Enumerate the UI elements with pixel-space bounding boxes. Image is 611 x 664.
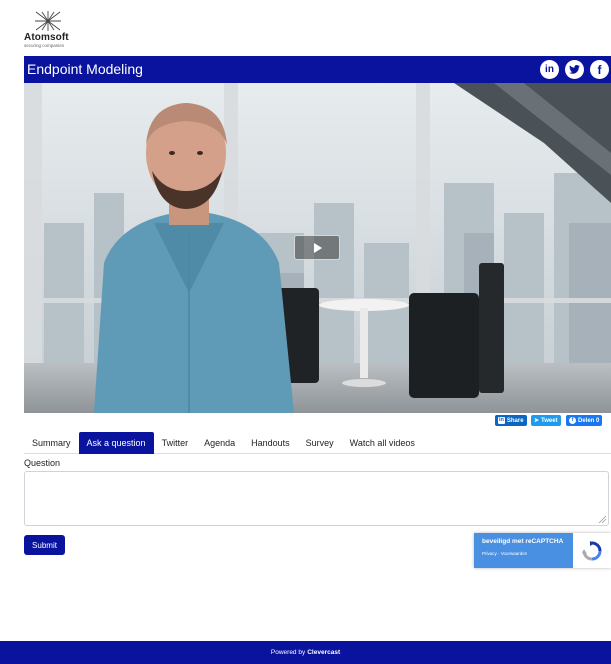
recaptcha-links[interactable]: Privacy · Voorwaarden <box>482 551 573 556</box>
twitter-tweet[interactable]: ➤ Tweet <box>531 415 561 426</box>
footer-prefix: Powered by <box>270 649 306 656</box>
recaptcha-logo <box>573 533 611 568</box>
play-button[interactable] <box>294 235 340 260</box>
footer-brand-link[interactable]: Clevercast <box>307 649 340 656</box>
recaptcha-title: beveiligd met reCAPTCHA <box>482 538 564 545</box>
atom-logo-icon <box>35 11 61 31</box>
tab-twitter[interactable]: Twitter <box>154 432 197 454</box>
twitter-icon: ➤ <box>534 418 540 424</box>
recaptcha-icon <box>582 540 602 560</box>
twitter-bird-icon <box>569 65 580 74</box>
video-player[interactable] <box>24 83 611 413</box>
tab-survey[interactable]: Survey <box>298 432 342 454</box>
footer: Powered by Clevercast <box>0 641 611 664</box>
share-linkedin-button[interactable]: in Share <box>495 415 527 426</box>
content-tabs: Summary Ask a question Twitter Agenda Ha… <box>24 432 611 454</box>
linkedin-share[interactable]: in Share <box>495 415 527 426</box>
linkedin-glyph: in <box>545 64 554 75</box>
recaptcha-text-panel: beveiligd met reCAPTCHA Privacy · Voorwa… <box>474 533 573 568</box>
tab-summary[interactable]: Summary <box>24 432 79 454</box>
play-icon <box>314 242 322 253</box>
share-twitter-button[interactable]: ➤ Tweet <box>531 415 561 426</box>
brand-name: Atomsoft <box>24 32 69 43</box>
twitter-tweet-label: Tweet <box>541 417 558 424</box>
tab-watch-all-videos[interactable]: Watch all videos <box>342 432 423 454</box>
question-input[interactable] <box>24 471 609 526</box>
twitter-icon[interactable] <box>565 60 584 79</box>
tab-ask-a-question[interactable]: Ask a question <box>78 432 154 454</box>
tab-handouts[interactable]: Handouts <box>243 432 298 454</box>
facebook-share[interactable]: f Delen 0 <box>566 415 603 426</box>
page-title: Endpoint Modeling <box>27 61 143 77</box>
tab-agenda[interactable]: Agenda <box>196 432 243 454</box>
share-facebook-button[interactable]: f Delen 0 <box>566 415 603 426</box>
recaptcha-badge[interactable]: beveiligd met reCAPTCHA Privacy · Voorwa… <box>474 533 611 568</box>
brand-tagline: securing companies <box>24 43 65 48</box>
linkedin-icon: in <box>498 417 505 424</box>
question-label: Question <box>24 458 61 468</box>
facebook-icon: f <box>569 417 576 424</box>
brand-logo[interactable]: Atomsoft securing companies <box>24 10 104 50</box>
facebook-share-label: Delen 0 <box>578 417 600 424</box>
resize-handle-icon[interactable] <box>598 515 607 524</box>
facebook-glyph: f <box>597 62 602 77</box>
linkedin-icon[interactable]: in <box>540 60 559 79</box>
title-bar: Endpoint Modeling in f <box>24 56 611 83</box>
submit-button[interactable]: Submit <box>24 535 65 555</box>
facebook-icon[interactable]: f <box>590 60 609 79</box>
linkedin-share-label: Share <box>506 417 524 424</box>
